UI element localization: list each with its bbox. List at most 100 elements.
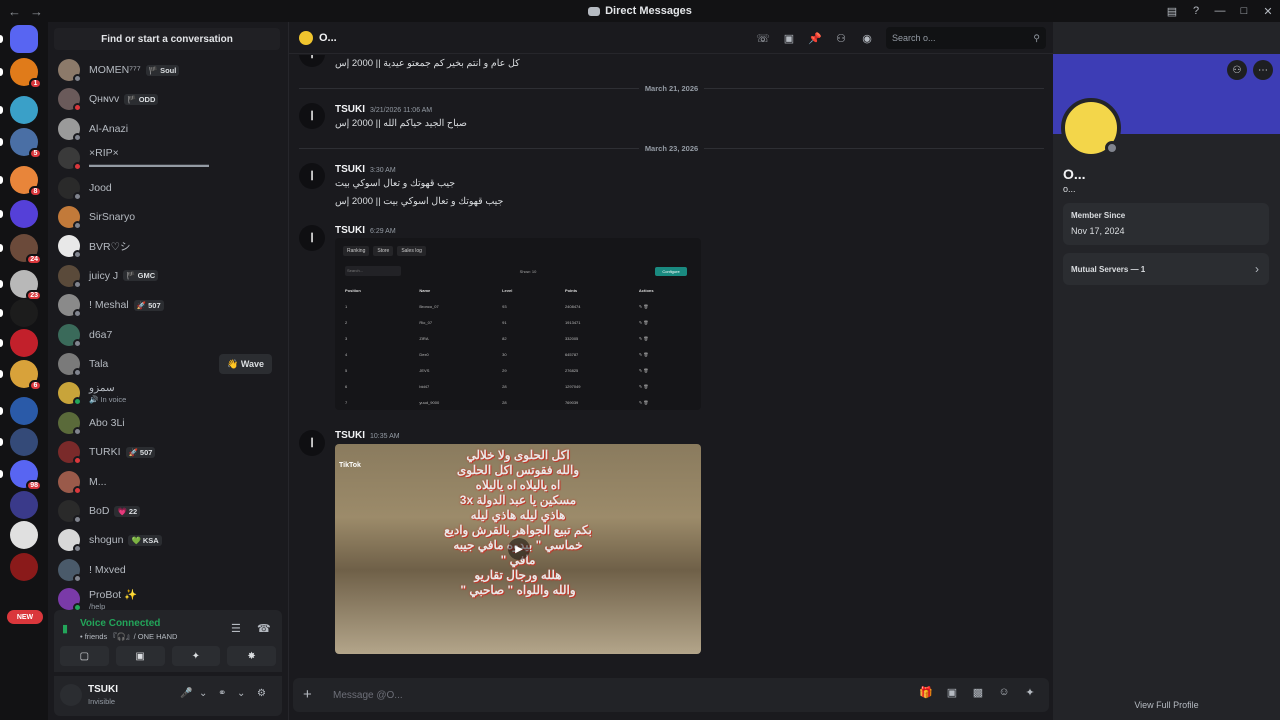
server-icon[interactable] <box>10 491 38 519</box>
unread-pill <box>0 370 3 378</box>
server-icon[interactable]: 24 <box>10 234 42 265</box>
search-input[interactable]: Search o... ⚲ <box>886 27 1046 49</box>
apps-icon[interactable]: ✦ <box>1017 686 1043 699</box>
dm-item[interactable]: ! Meshal 🚀 507 <box>52 291 280 319</box>
view-full-profile-link[interactable]: View Full Profile <box>1053 700 1280 710</box>
wave-button[interactable]: 👋 Wave <box>219 354 272 374</box>
server-icon[interactable]: 1 <box>10 58 42 89</box>
screenshot-cell: 93 <box>502 303 507 309</box>
pin-icon[interactable]: 📌 <box>802 32 828 45</box>
profile-toggle-icon[interactable]: ◉ <box>854 32 880 45</box>
user-avatar[interactable] <box>60 684 82 706</box>
dm-item[interactable]: M... <box>52 468 280 496</box>
add-friends-icon[interactable]: ⚇ <box>828 32 854 45</box>
sticker-icon[interactable]: ▩ <box>965 686 991 699</box>
dm-item[interactable]: Tala 👋 Wave <box>52 350 280 378</box>
server-icon[interactable] <box>10 397 38 425</box>
server-icon[interactable]: 23 <box>10 270 42 301</box>
play-icon[interactable]: ▶ <box>508 538 530 560</box>
dm-item[interactable]: سمزو 🔊 In voice <box>52 379 280 407</box>
server-icon[interactable] <box>10 25 38 53</box>
status-indicator <box>73 103 82 113</box>
dm-item[interactable]: juicy J 🏴 GMC <box>52 262 280 290</box>
server-icon[interactable]: 5 <box>10 128 42 159</box>
attached-screenshot[interactable]: Ranking Store Sales log Search... Show: 10… <box>335 238 701 410</box>
video-call-icon[interactable]: ▣ <box>776 32 802 45</box>
dm-item[interactable]: shogun 💚 KSA <box>52 526 280 554</box>
server-icon[interactable] <box>10 553 38 581</box>
dm-item[interactable]: ! Mxved <box>52 556 280 584</box>
disconnect-icon[interactable]: ☎ <box>257 622 271 635</box>
dm-item[interactable]: Abo 3Li <box>52 409 280 437</box>
message-avatar[interactable]: ا <box>299 225 325 251</box>
mutual-servers-row[interactable]: Mutual Servers — 1 › <box>1063 253 1269 285</box>
forward-arrow-icon[interactable]: → <box>30 4 44 19</box>
recipient-avatar[interactable] <box>299 30 313 45</box>
add-friend-icon[interactable]: ⚇ <box>1227 60 1247 80</box>
unread-badge: 98 <box>26 480 42 491</box>
message-avatar[interactable]: ا <box>299 55 325 67</box>
dm-item[interactable]: ×RIP× ▬▬▬▬▬▬▬▬▬▬▬▬▬▬▬▬ <box>52 144 280 172</box>
chevron-right-icon: › <box>1255 262 1259 276</box>
dm-name: M... <box>89 475 107 488</box>
server-icon[interactable] <box>10 299 38 327</box>
attached-video[interactable]: TikTok اكل الحلوى ولا خلالي والله فقوتس ا… <box>335 444 701 654</box>
server-icon[interactable] <box>10 200 38 228</box>
server-icon[interactable]: 6 <box>10 360 42 391</box>
back-arrow-icon[interactable]: ← <box>8 4 22 19</box>
server-icon[interactable] <box>10 96 38 124</box>
dm-item[interactable]: MOMEN⁷⁷⁷ 🏴 Soul <box>52 56 280 84</box>
find-conversation-button[interactable]: Find or start a conversation <box>54 28 280 50</box>
chevron-down-icon[interactable]: ⌄ <box>237 688 245 699</box>
dm-item[interactable]: Al-Anazi <box>52 115 280 143</box>
emoji-icon[interactable]: ☺ <box>991 686 1017 699</box>
status-indicator <box>73 397 82 407</box>
dm-item[interactable]: TURKI 🚀 507 <box>52 438 280 466</box>
settings-gear-icon[interactable]: ⚙ <box>257 688 266 699</box>
activities-button[interactable]: ✦ <box>171 646 221 666</box>
dm-text: SirSnaryo <box>89 211 135 223</box>
add-attachment-icon[interactable]: + <box>303 686 312 703</box>
voice-channel-name[interactable]: • friends 『🎧』/ ONE HAND <box>80 631 177 642</box>
server-icon[interactable]: 8 <box>10 166 42 197</box>
soundboard-button[interactable]: ✸ <box>227 646 276 666</box>
dm-item[interactable]: BVR♡シ <box>52 232 280 260</box>
close-button[interactable]: ✕ <box>1256 0 1280 22</box>
server-icon[interactable] <box>10 428 38 456</box>
server-icon[interactable]: 98 <box>10 460 42 491</box>
recipient-name[interactable]: O... <box>319 32 337 44</box>
maximize-button[interactable]: □ <box>1232 0 1256 22</box>
screenshot-cell: ZIRA <box>419 335 429 341</box>
camera-off-button[interactable]: ▢ <box>60 646 109 666</box>
minimize-button[interactable]: — <box>1208 0 1232 22</box>
gift-icon[interactable]: 🎁 <box>913 686 939 699</box>
dm-item[interactable]: Jood <box>52 174 280 202</box>
voice-status-title[interactable]: Voice Connected <box>80 618 160 629</box>
server-icon[interactable] <box>10 329 38 357</box>
message-avatar[interactable]: ا <box>299 430 325 456</box>
message-input[interactable] <box>333 685 733 705</box>
call-icon[interactable]: ☏ <box>750 32 776 45</box>
inbox-icon[interactable]: ▤ <box>1160 0 1184 22</box>
screen-share-button[interactable]: ▣ <box>115 646 165 666</box>
dm-item[interactable]: ProBot ✨/help <box>52 585 280 613</box>
gif-icon[interactable]: ▣ <box>939 686 965 699</box>
screenshot-column-header: Name <box>419 287 431 293</box>
profile-avatar[interactable] <box>1061 98 1121 158</box>
server-icon[interactable] <box>10 521 38 549</box>
user-name[interactable]: TSUKI <box>88 684 118 695</box>
chevron-down-icon[interactable]: ⌄ <box>199 688 207 699</box>
message-avatar[interactable]: ا <box>299 103 325 129</box>
help-icon[interactable]: ? <box>1184 0 1208 22</box>
noise-suppression-icon[interactable]: ☰ <box>231 622 241 635</box>
dm-item[interactable]: Qʜɴᴠᴠ 🏴 ODD <box>52 85 280 113</box>
more-options-icon[interactable]: ⋯ <box>1253 60 1273 80</box>
dm-item[interactable]: BoD 💗 22 <box>52 497 280 525</box>
microphone-icon[interactable]: 🎤 <box>180 688 192 699</box>
screenshot-cell: 28 <box>502 383 507 389</box>
message-avatar[interactable]: ا <box>299 163 325 189</box>
dm-item[interactable]: d6a7 <box>52 321 280 349</box>
dm-item[interactable]: SirSnaryo <box>52 203 280 231</box>
headphones-icon[interactable]: ⚭ <box>218 688 226 699</box>
screenshot-cell: 91 <box>502 319 507 325</box>
